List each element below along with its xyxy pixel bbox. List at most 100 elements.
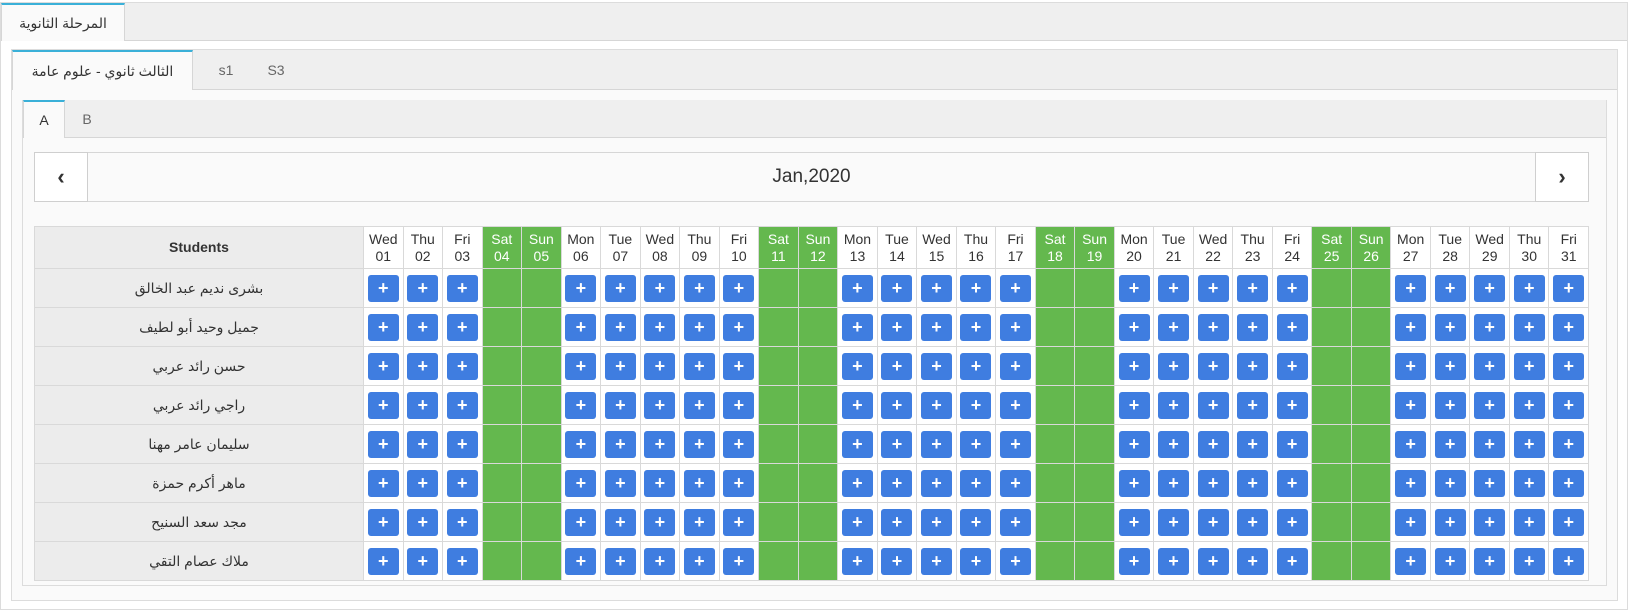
add-attendance-button[interactable]: +: [1395, 352, 1427, 380]
add-attendance-button[interactable]: +: [1118, 547, 1150, 575]
add-attendance-button[interactable]: +: [841, 469, 873, 497]
add-attendance-button[interactable]: +: [1434, 313, 1466, 341]
add-attendance-button[interactable]: +: [1395, 274, 1427, 302]
add-attendance-button[interactable]: +: [1395, 391, 1427, 419]
add-attendance-button[interactable]: +: [446, 313, 478, 341]
add-attendance-button[interactable]: +: [683, 313, 715, 341]
add-attendance-button[interactable]: +: [1395, 547, 1427, 575]
add-attendance-button[interactable]: +: [723, 313, 755, 341]
add-attendance-button[interactable]: +: [1000, 508, 1031, 536]
add-attendance-button[interactable]: +: [881, 508, 913, 536]
add-attendance-button[interactable]: +: [407, 469, 439, 497]
add-attendance-button[interactable]: +: [407, 547, 439, 575]
add-attendance-button[interactable]: +: [1276, 352, 1308, 380]
add-attendance-button[interactable]: +: [881, 313, 913, 341]
add-attendance-button[interactable]: +: [1000, 469, 1031, 497]
tab-class-3rd-secondary[interactable]: الثالث ثانوي - علوم عامة: [12, 50, 193, 90]
add-attendance-button[interactable]: +: [1197, 391, 1229, 419]
add-attendance-button[interactable]: +: [920, 430, 952, 458]
add-attendance-button[interactable]: +: [367, 352, 399, 380]
add-attendance-button[interactable]: +: [1474, 313, 1506, 341]
add-attendance-button[interactable]: +: [841, 547, 873, 575]
add-attendance-button[interactable]: +: [960, 430, 992, 458]
add-attendance-button[interactable]: +: [841, 352, 873, 380]
add-attendance-button[interactable]: +: [1553, 508, 1585, 536]
add-attendance-button[interactable]: +: [841, 391, 873, 419]
add-attendance-button[interactable]: +: [1513, 352, 1545, 380]
add-attendance-button[interactable]: +: [1474, 352, 1506, 380]
add-attendance-button[interactable]: +: [1118, 274, 1150, 302]
add-attendance-button[interactable]: +: [841, 430, 873, 458]
add-attendance-button[interactable]: +: [1553, 274, 1585, 302]
add-attendance-button[interactable]: +: [920, 547, 952, 575]
add-attendance-button[interactable]: +: [723, 391, 755, 419]
add-attendance-button[interactable]: +: [841, 313, 873, 341]
add-attendance-button[interactable]: +: [1474, 391, 1506, 419]
add-attendance-button[interactable]: +: [1197, 547, 1229, 575]
add-attendance-button[interactable]: +: [1474, 547, 1506, 575]
add-attendance-button[interactable]: +: [1158, 547, 1190, 575]
add-attendance-button[interactable]: +: [1276, 313, 1308, 341]
add-attendance-button[interactable]: +: [1513, 313, 1545, 341]
add-attendance-button[interactable]: +: [1513, 547, 1545, 575]
add-attendance-button[interactable]: +: [1434, 430, 1466, 458]
add-attendance-button[interactable]: +: [1434, 391, 1466, 419]
add-attendance-button[interactable]: +: [1000, 352, 1031, 380]
add-attendance-button[interactable]: +: [407, 430, 439, 458]
add-attendance-button[interactable]: +: [644, 547, 676, 575]
add-attendance-button[interactable]: +: [920, 274, 952, 302]
add-attendance-button[interactable]: +: [960, 391, 992, 419]
add-attendance-button[interactable]: +: [1118, 313, 1150, 341]
add-attendance-button[interactable]: +: [920, 313, 952, 341]
add-attendance-button[interactable]: +: [407, 313, 439, 341]
add-attendance-button[interactable]: +: [565, 274, 597, 302]
add-attendance-button[interactable]: +: [446, 391, 478, 419]
add-attendance-button[interactable]: +: [446, 430, 478, 458]
add-attendance-button[interactable]: +: [960, 313, 992, 341]
add-attendance-button[interactable]: +: [1553, 391, 1585, 419]
add-attendance-button[interactable]: +: [723, 508, 755, 536]
add-attendance-button[interactable]: +: [604, 547, 636, 575]
add-attendance-button[interactable]: +: [1434, 352, 1466, 380]
add-attendance-button[interactable]: +: [1237, 508, 1269, 536]
add-attendance-button[interactable]: +: [1434, 469, 1466, 497]
add-attendance-button[interactable]: +: [960, 508, 992, 536]
add-attendance-button[interactable]: +: [1395, 313, 1427, 341]
add-attendance-button[interactable]: +: [723, 469, 755, 497]
add-attendance-button[interactable]: +: [1197, 352, 1229, 380]
add-attendance-button[interactable]: +: [1000, 391, 1031, 419]
add-attendance-button[interactable]: +: [683, 352, 715, 380]
add-attendance-button[interactable]: +: [683, 547, 715, 575]
add-attendance-button[interactable]: +: [881, 469, 913, 497]
add-attendance-button[interactable]: +: [1395, 508, 1427, 536]
add-attendance-button[interactable]: +: [367, 547, 399, 575]
add-attendance-button[interactable]: +: [1237, 391, 1269, 419]
add-attendance-button[interactable]: +: [960, 547, 992, 575]
add-attendance-button[interactable]: +: [604, 391, 636, 419]
add-attendance-button[interactable]: +: [1158, 274, 1190, 302]
add-attendance-button[interactable]: +: [1553, 430, 1585, 458]
add-attendance-button[interactable]: +: [1513, 274, 1545, 302]
add-attendance-button[interactable]: +: [1434, 547, 1466, 575]
add-attendance-button[interactable]: +: [604, 469, 636, 497]
add-attendance-button[interactable]: +: [683, 508, 715, 536]
add-attendance-button[interactable]: +: [683, 274, 715, 302]
add-attendance-button[interactable]: +: [1118, 469, 1150, 497]
add-attendance-button[interactable]: +: [1197, 430, 1229, 458]
add-attendance-button[interactable]: +: [604, 352, 636, 380]
add-attendance-button[interactable]: +: [565, 430, 597, 458]
add-attendance-button[interactable]: +: [1553, 469, 1585, 497]
add-attendance-button[interactable]: +: [644, 469, 676, 497]
add-attendance-button[interactable]: +: [446, 508, 478, 536]
add-attendance-button[interactable]: +: [1237, 313, 1269, 341]
add-attendance-button[interactable]: +: [1197, 313, 1229, 341]
add-attendance-button[interactable]: +: [1553, 547, 1585, 575]
add-attendance-button[interactable]: +: [1118, 352, 1150, 380]
add-attendance-button[interactable]: +: [1158, 508, 1190, 536]
add-attendance-button[interactable]: +: [1237, 430, 1269, 458]
add-attendance-button[interactable]: +: [1474, 508, 1506, 536]
add-attendance-button[interactable]: +: [1474, 430, 1506, 458]
add-attendance-button[interactable]: +: [683, 430, 715, 458]
add-attendance-button[interactable]: +: [723, 352, 755, 380]
add-attendance-button[interactable]: +: [644, 430, 676, 458]
